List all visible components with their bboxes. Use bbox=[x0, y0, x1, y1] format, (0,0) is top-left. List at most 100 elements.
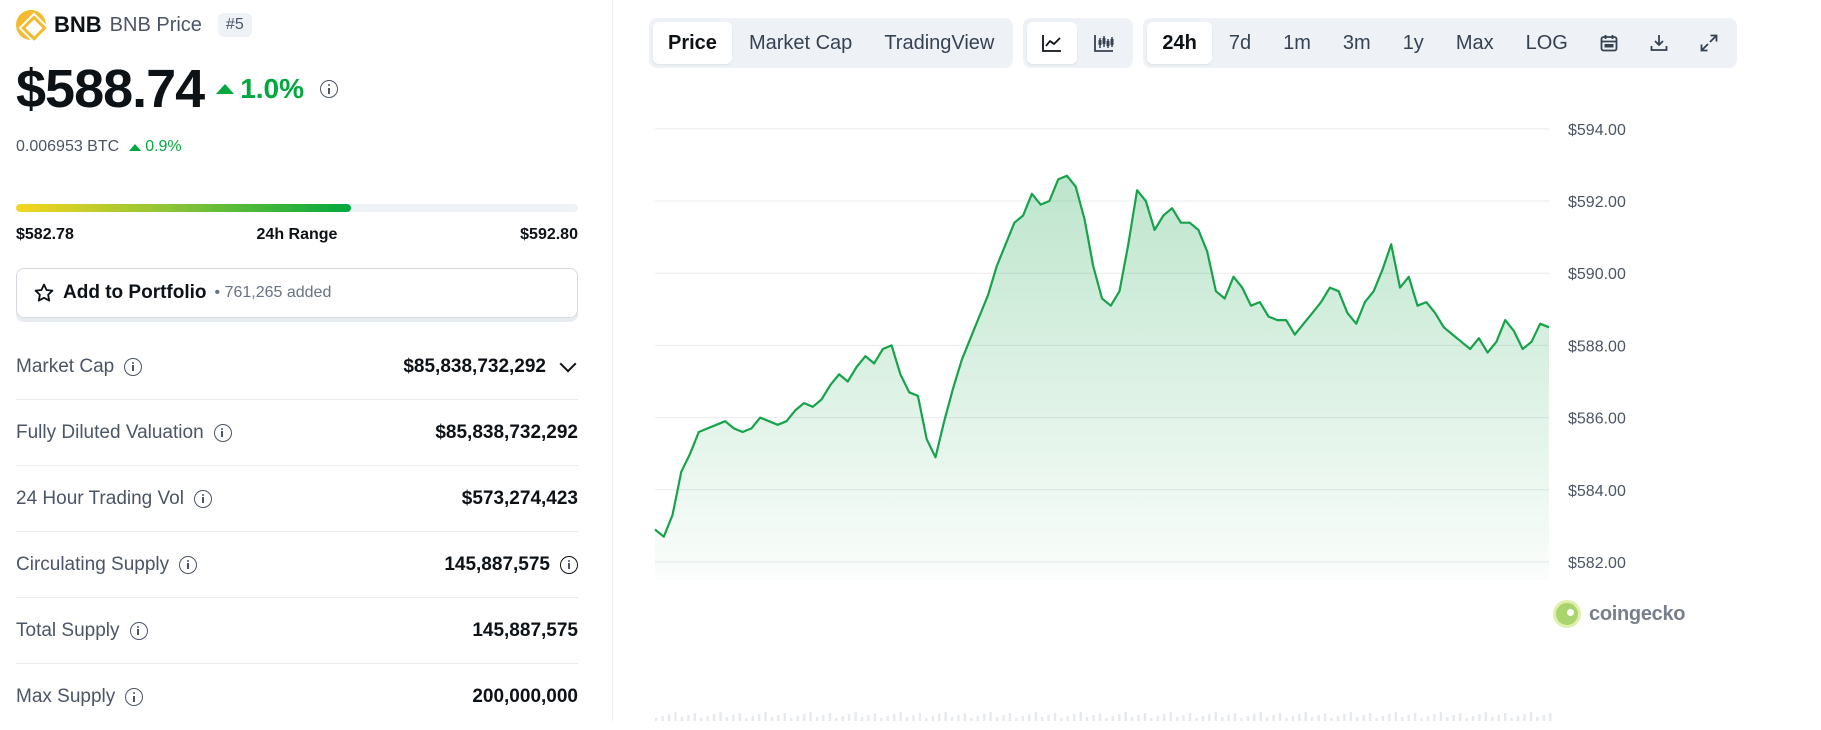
volume-bar bbox=[1523, 714, 1526, 721]
volume-bar bbox=[1272, 715, 1275, 721]
stat-row-market-cap[interactable]: Market Cap $85,838,732,292 bbox=[16, 334, 578, 400]
volume-bar bbox=[783, 713, 786, 721]
volume-bar bbox=[770, 717, 774, 721]
expand-button[interactable] bbox=[1685, 22, 1733, 64]
volume-bar bbox=[1040, 717, 1044, 721]
range-low: $582.78 bbox=[16, 226, 74, 243]
price-chart[interactable]: $594.00 $592.00 $590.00 $588.00 $586.00 $584.… bbox=[613, 110, 1821, 721]
range-1y[interactable]: 1y bbox=[1388, 22, 1439, 64]
volume-bar bbox=[777, 715, 780, 721]
range-and-tools: 24h 7d 1m 3m 1y Max LOG bbox=[1143, 18, 1737, 68]
volume-bar bbox=[1208, 714, 1211, 721]
info-icon[interactable] bbox=[320, 80, 339, 98]
line-chart-icon bbox=[1042, 35, 1062, 52]
volume-bar bbox=[860, 717, 864, 721]
volume-bar bbox=[963, 713, 967, 721]
log-scale-button[interactable]: LOG bbox=[1511, 22, 1583, 64]
stat-value: 145,887,575 bbox=[444, 554, 578, 576]
info-icon[interactable] bbox=[129, 621, 148, 640]
stat-label-text: Circulating Supply bbox=[16, 553, 170, 575]
range-24h[interactable]: 24h bbox=[1147, 22, 1212, 64]
volume-bar bbox=[667, 714, 671, 721]
star-icon bbox=[34, 283, 54, 302]
volume-bar bbox=[687, 715, 690, 721]
coingecko-logo-icon bbox=[1553, 600, 1581, 628]
volume-bar bbox=[931, 716, 934, 721]
price-row: $588.74 1.0% bbox=[16, 58, 339, 120]
chart-type-toggle bbox=[1023, 18, 1134, 68]
volume-bar bbox=[1484, 712, 1488, 721]
volume-bar bbox=[1246, 716, 1250, 721]
volume-bar bbox=[1497, 715, 1500, 721]
volume-bar bbox=[661, 716, 664, 721]
volume-bar bbox=[1118, 714, 1121, 721]
stats-list: Market Cap $85,838,732,292 Fully Diluted… bbox=[16, 334, 578, 730]
y-tick-label: $594.00 bbox=[1568, 122, 1626, 139]
volume-bar bbox=[1111, 716, 1114, 721]
volume-bar bbox=[809, 712, 812, 721]
chart-toolbar: Price Market Cap TradingView 24h 7d 1m 3… bbox=[649, 18, 1737, 68]
tab-tradingview[interactable]: TradingView bbox=[869, 22, 1009, 64]
volume-bar bbox=[983, 714, 986, 721]
range-3m[interactable]: 3m bbox=[1328, 22, 1386, 64]
volume-bar bbox=[1343, 714, 1346, 721]
tab-price[interactable]: Price bbox=[653, 22, 732, 64]
range-bar bbox=[16, 204, 578, 212]
volume-bar bbox=[1529, 712, 1533, 721]
range-1m[interactable]: 1m bbox=[1268, 22, 1326, 64]
range-7d[interactable]: 7d bbox=[1214, 22, 1266, 64]
line-chart-button[interactable] bbox=[1027, 22, 1078, 64]
tab-market-cap[interactable]: Market Cap bbox=[734, 22, 867, 64]
volume-bar bbox=[1413, 713, 1417, 721]
info-icon[interactable] bbox=[124, 357, 143, 376]
volume-bar bbox=[1253, 714, 1256, 721]
download-button[interactable] bbox=[1635, 22, 1683, 64]
info-icon[interactable] bbox=[560, 555, 578, 574]
volume-bar bbox=[1433, 714, 1436, 721]
volume-bar bbox=[1317, 715, 1320, 721]
volume-bar bbox=[725, 717, 729, 721]
volume-bar bbox=[674, 712, 677, 721]
info-icon[interactable] bbox=[213, 423, 232, 442]
volume-bar bbox=[1169, 712, 1172, 721]
range-high: $592.80 bbox=[520, 226, 578, 243]
stat-label-text: 24 Hour Trading Vol bbox=[16, 487, 184, 509]
stat-label: Max Supply bbox=[16, 686, 144, 708]
y-tick-label: $586.00 bbox=[1568, 411, 1626, 428]
volume-bar bbox=[802, 714, 806, 721]
chevron-down-icon[interactable] bbox=[559, 355, 577, 372]
volume-bar bbox=[1407, 715, 1410, 721]
volume-bar bbox=[751, 716, 754, 721]
volume-bar bbox=[1426, 716, 1430, 721]
price-change: 1.0% bbox=[216, 73, 304, 105]
volume-bar bbox=[1227, 715, 1230, 721]
volume-bar bbox=[1491, 717, 1494, 721]
calendar-button[interactable] bbox=[1585, 22, 1633, 64]
volume-bar bbox=[854, 712, 857, 721]
volume-bar bbox=[1085, 717, 1089, 721]
caret-up-icon bbox=[216, 84, 235, 94]
volume-bar bbox=[1028, 714, 1031, 721]
coin-name: BNB Price bbox=[109, 13, 202, 36]
volume-bar bbox=[1259, 712, 1262, 721]
volume-bar bbox=[1504, 713, 1507, 721]
volume-bar bbox=[706, 716, 709, 721]
volume-bar bbox=[712, 714, 716, 721]
info-icon[interactable] bbox=[125, 688, 144, 706]
volume-bar bbox=[886, 716, 889, 721]
volume-bar bbox=[693, 713, 696, 721]
add-to-portfolio-button[interactable]: Add to Portfolio • 761,265 added bbox=[16, 268, 578, 318]
rank-badge: #5 bbox=[217, 13, 252, 37]
volume-bar bbox=[1176, 717, 1179, 721]
range-max[interactable]: Max bbox=[1441, 22, 1509, 64]
price-area bbox=[655, 175, 1549, 580]
candlestick-chart-button[interactable] bbox=[1079, 22, 1129, 64]
volume-bar bbox=[1182, 715, 1185, 721]
stat-label: Fully Diluted Valuation bbox=[16, 422, 232, 444]
volume-bar bbox=[815, 717, 819, 721]
stat-label-text: Max Supply bbox=[16, 686, 116, 707]
volume-bar bbox=[1266, 717, 1269, 721]
info-icon[interactable] bbox=[179, 555, 198, 574]
info-icon[interactable] bbox=[193, 489, 212, 508]
range-label: 24h Range bbox=[256, 226, 338, 243]
